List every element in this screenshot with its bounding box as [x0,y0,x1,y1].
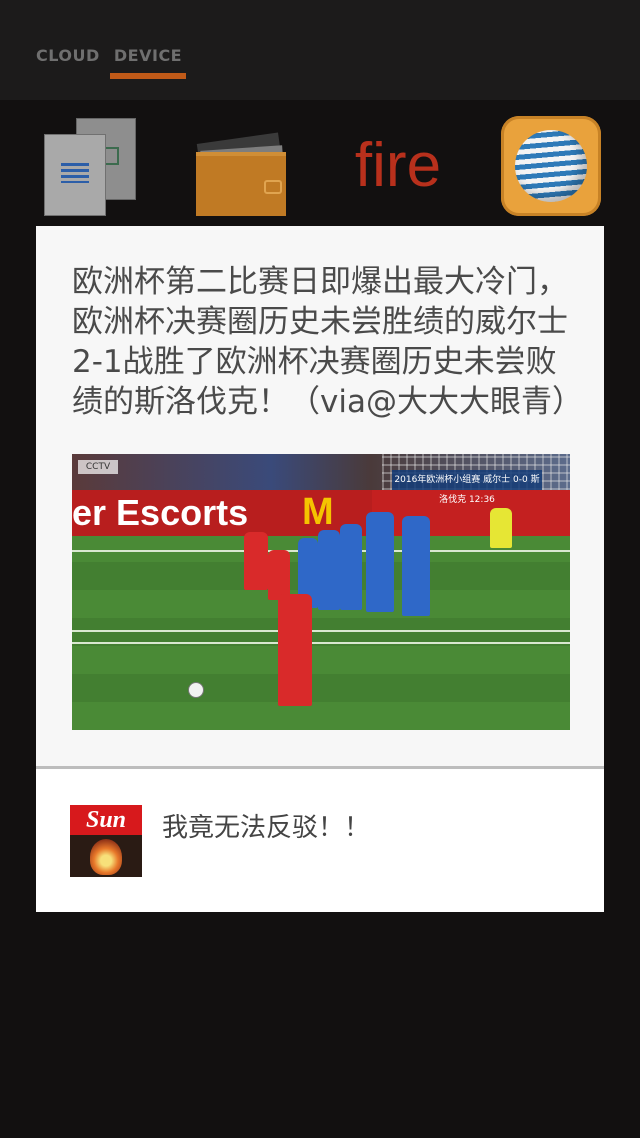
top-tab-bar: CLOUD DEVICE [0,0,640,100]
player-keeper [490,508,512,548]
photo-board-logo: M [302,491,334,533]
att-icon[interactable] [501,116,601,216]
ball [188,682,204,698]
post-card[interactable]: 欧洲杯第二比赛日即爆出最大冷门，欧洲杯决赛圈历史未尝胜绩的威尔士2-1战胜了欧洲… [36,226,604,912]
avatar[interactable]: Sun [70,805,142,877]
comment-row[interactable]: Sun 我竟无法反驳！！ [36,769,604,912]
player-red-kicker [278,594,312,706]
player-red [268,550,290,600]
post-text: 欧洲杯第二比赛日即爆出最大冷门，欧洲杯决赛圈历史未尝胜绩的威尔士2-1战胜了欧洲… [72,264,583,420]
comment-text: 我竟无法反驳！！ [162,813,371,843]
pitch-line [72,642,570,644]
player-blue [402,516,430,616]
player-blue [366,512,394,612]
app-carousel: fire [0,108,640,226]
fire-icon[interactable]: fire [340,122,456,210]
post-photo[interactable]: er Escorts M CCTV 2016年欧洲杯小组赛 威尔士 0-0 斯洛… [72,454,570,730]
avatar-logo-text: Sun [85,807,127,833]
tab-selected-indicator [110,73,186,79]
docs-icon[interactable] [44,118,136,218]
docs-front-page [44,134,106,216]
tab-device[interactable]: DEVICE [110,46,186,68]
avatar-flame [90,839,122,875]
att-globe [515,130,587,202]
tab-cloud[interactable]: CLOUD [36,46,99,68]
photo-scorebox: 2016年欧洲杯小组赛 威尔士 0-0 斯洛伐克 12:36 [392,470,542,505]
player-blue [318,530,340,610]
wallet-clasp [264,180,282,194]
player-blue [340,524,362,610]
player-red [244,532,268,590]
photo-cctv-logo: CCTV [78,460,118,474]
pitch-line [72,630,570,632]
wallet-icon[interactable] [194,122,294,218]
docs-text-lines [61,163,89,183]
